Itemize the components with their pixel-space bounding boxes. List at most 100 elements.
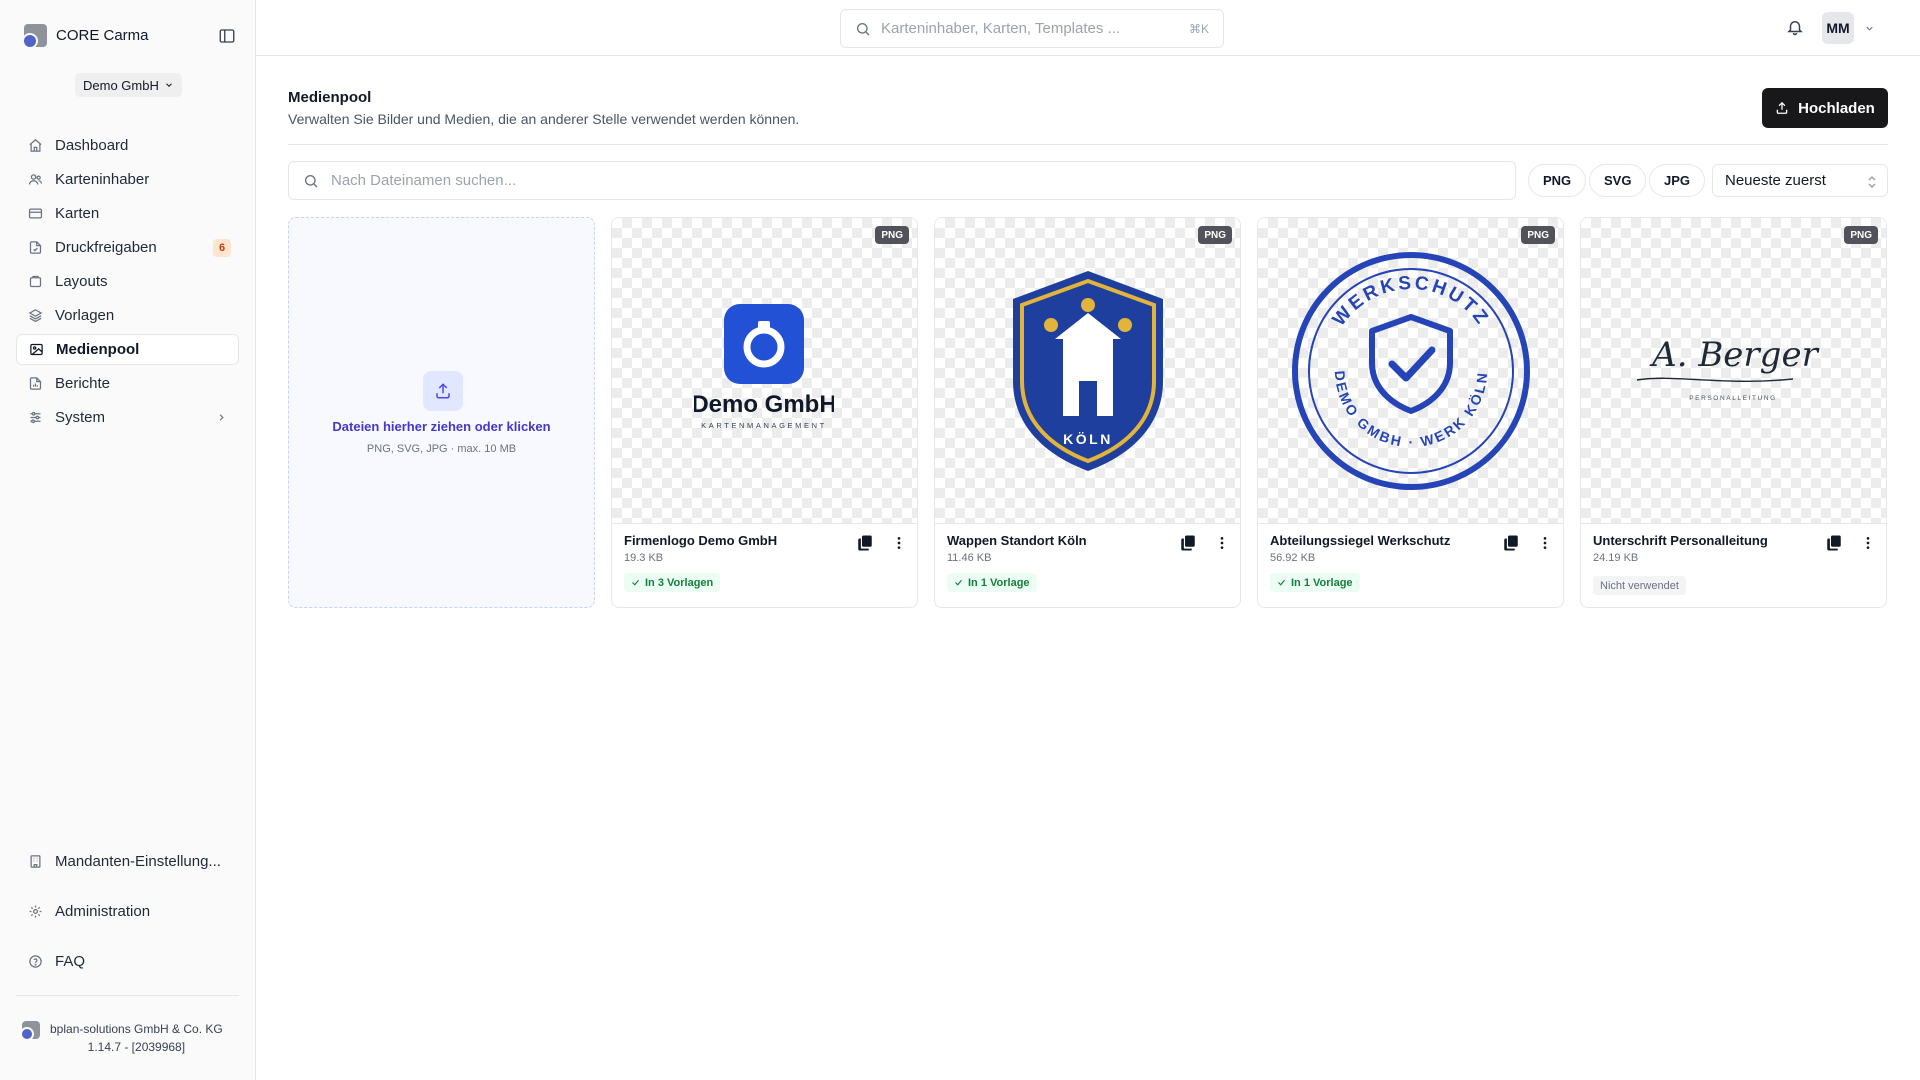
help-circle-icon — [29, 955, 42, 968]
page-title: Medienpool — [288, 89, 372, 106]
sidebar-item-faq[interactable]: FAQ — [16, 946, 239, 977]
logo-subtitle-text: KARTENMANAGEMENT — [701, 421, 827, 430]
user-avatar[interactable]: MM — [1822, 12, 1854, 44]
sidebar-item-label: Mandanten-Einstellung... — [55, 853, 221, 870]
sidebar-item-vorlagen[interactable]: Vorlagen — [16, 300, 239, 331]
sidebar-item-label: Karteninhaber — [55, 171, 150, 188]
count-badge: 6 — [213, 239, 231, 257]
seal-top-text: WERKSCHUTZ — [1329, 273, 1491, 330]
search-icon — [305, 174, 318, 187]
company-name: bplan-solutions GmbH & Co. KG — [50, 1022, 223, 1036]
seal-image: WERKSCHUTZ DEMO GMBH · WERK KÖLN — [1292, 252, 1530, 490]
dropzone-hint: PNG, SVG, JPG · max. 10 MB — [366, 443, 517, 455]
sidebar-item-karten[interactable]: Karten — [16, 198, 239, 229]
usage-label: In 1 Vorlage — [968, 576, 1030, 589]
layers-icon — [28, 309, 43, 323]
sidebar-item-medienpool[interactable]: Medienpool — [16, 334, 239, 365]
coat-of-arms-image: KÖLN — [1013, 271, 1163, 471]
building-icon — [30, 855, 41, 868]
more-vertical-icon[interactable] — [891, 535, 907, 551]
filter-chip-svg[interactable]: SVG — [1589, 164, 1647, 197]
media-preview[interactable]: A. Berger PERSONALLEITUNG PNG — [1581, 218, 1886, 524]
brand[interactable]: CORE Carma — [22, 24, 149, 49]
media-preview[interactable]: Demo GmbH KARTENMANAGEMENT PNG — [612, 218, 917, 524]
upload-button-label: Hochladen — [1798, 99, 1875, 117]
sidebar-item-mandanten-einstellungen[interactable]: Mandanten-Einstellung... — [16, 846, 239, 877]
file-type-badge: PNG — [1198, 226, 1232, 244]
dropzone-title: Dateien hierher ziehen oder klicken — [332, 419, 551, 434]
more-vertical-icon[interactable] — [1537, 535, 1553, 551]
file-type-badge: PNG — [1844, 226, 1878, 244]
sidebar-divider — [16, 995, 239, 996]
file-search-input[interactable] — [331, 172, 1501, 189]
check-icon — [1278, 579, 1285, 586]
sidebar-item-label: Administration — [55, 903, 151, 920]
more-vertical-icon[interactable] — [1860, 535, 1876, 551]
upload-button[interactable]: Hochladen — [1762, 88, 1888, 128]
sort-select[interactable]: Neueste zuerst — [1712, 164, 1888, 197]
tenant-switcher[interactable]: Demo GmbH — [75, 73, 182, 97]
media-preview[interactable]: WERKSCHUTZ DEMO GMBH · WERK KÖLN PNG — [1258, 218, 1563, 524]
sidebar-item-dashboard[interactable]: Dashboard — [16, 130, 239, 161]
main-nav: Dashboard Karteninhaber Karten Druckfrei… — [16, 130, 239, 436]
signature-text: A. Berger — [1649, 335, 1819, 375]
global-search[interactable]: ⌘K — [840, 9, 1224, 48]
media-card[interactable]: KÖLN PNG Wappen Standort Köln 11.46 KB I… — [934, 217, 1241, 608]
more-vertical-icon[interactable] — [1214, 535, 1230, 551]
sidebar-item-karteninhaber[interactable]: Karteninhaber — [16, 164, 239, 195]
logo-title-text: Demo GmbH — [694, 391, 834, 418]
usage-badge: In 1 Vorlage — [1270, 573, 1360, 592]
check-icon — [632, 579, 639, 586]
media-card[interactable]: WERKSCHUTZ DEMO GMBH · WERK KÖLN PNG Abt… — [1257, 217, 1564, 608]
bell-icon[interactable] — [1786, 18, 1804, 36]
header-divider — [288, 144, 1888, 145]
layout-icon — [29, 275, 42, 288]
sidebar-item-system[interactable]: System — [16, 402, 239, 433]
sidebar-toggle-icon[interactable] — [218, 27, 236, 45]
sidebar-item-administration[interactable]: Administration — [16, 896, 239, 927]
credit-card-icon — [28, 208, 43, 219]
company-logo — [20, 1021, 40, 1041]
upload-icon — [423, 371, 463, 411]
file-check-icon — [29, 241, 42, 254]
file-type-badge: PNG — [1521, 226, 1555, 244]
media-size: 56.92 KB — [1270, 552, 1316, 564]
copy-icon[interactable] — [1179, 534, 1197, 552]
sidebar-item-druckfreigaben[interactable]: Druckfreigaben 6 — [16, 232, 239, 263]
upload-dropzone[interactable]: Dateien hierher ziehen oder klicken PNG,… — [288, 217, 595, 608]
chevron-down-icon[interactable] — [1864, 23, 1875, 34]
media-card[interactable]: A. Berger PERSONALLEITUNG PNG Unterschri… — [1580, 217, 1887, 608]
media-name: Wappen Standort Köln — [947, 533, 1087, 548]
media-card[interactable]: Demo GmbH KARTENMANAGEMENT PNG Firmenlog… — [611, 217, 918, 608]
signature-role-text: PERSONALLEITUNG — [1689, 395, 1777, 402]
sidebar-item-berichte[interactable]: Berichte — [16, 368, 239, 399]
copy-icon[interactable] — [856, 534, 874, 552]
usage-badge: In 3 Vorlagen — [624, 573, 721, 592]
sidebar-item-label: Medienpool — [56, 341, 140, 358]
copy-icon[interactable] — [1825, 534, 1843, 552]
media-preview[interactable]: KÖLN PNG — [935, 218, 1240, 524]
media-name: Unterschrift Personalleitung — [1593, 533, 1768, 548]
chevron-down-icon — [165, 83, 172, 87]
home-icon — [29, 139, 42, 152]
file-search[interactable] — [288, 161, 1516, 200]
crest-text: KÖLN — [1063, 431, 1113, 447]
report-icon — [29, 377, 42, 390]
sidebar-item-layouts[interactable]: Layouts — [16, 266, 239, 297]
sidebar-item-label: FAQ — [55, 953, 86, 970]
sidebar-footer: bplan-solutions GmbH & Co. KG 1.14.7 - [… — [20, 1020, 223, 1056]
app-name: CORE Carma — [56, 27, 149, 44]
usage-badge: In 1 Vorlage — [947, 573, 1037, 592]
sidebar-item-label: Berichte — [55, 375, 111, 392]
image-icon — [30, 343, 43, 356]
svg-text:WERKSCHUTZ: WERKSCHUTZ — [1329, 273, 1494, 330]
search-icon — [857, 22, 870, 35]
bottom-nav: Mandanten-Einstellung... Administration … — [16, 846, 239, 996]
filter-chip-jpg[interactable]: JPG — [1649, 164, 1706, 197]
media-name: Abteilungssiegel Werkschutz — [1270, 533, 1451, 548]
global-search-input[interactable] — [881, 20, 1179, 37]
copy-icon[interactable] — [1502, 534, 1520, 552]
sidebar-item-label: System — [55, 409, 106, 426]
filter-chip-png[interactable]: PNG — [1528, 164, 1587, 197]
check-icon — [955, 579, 962, 586]
